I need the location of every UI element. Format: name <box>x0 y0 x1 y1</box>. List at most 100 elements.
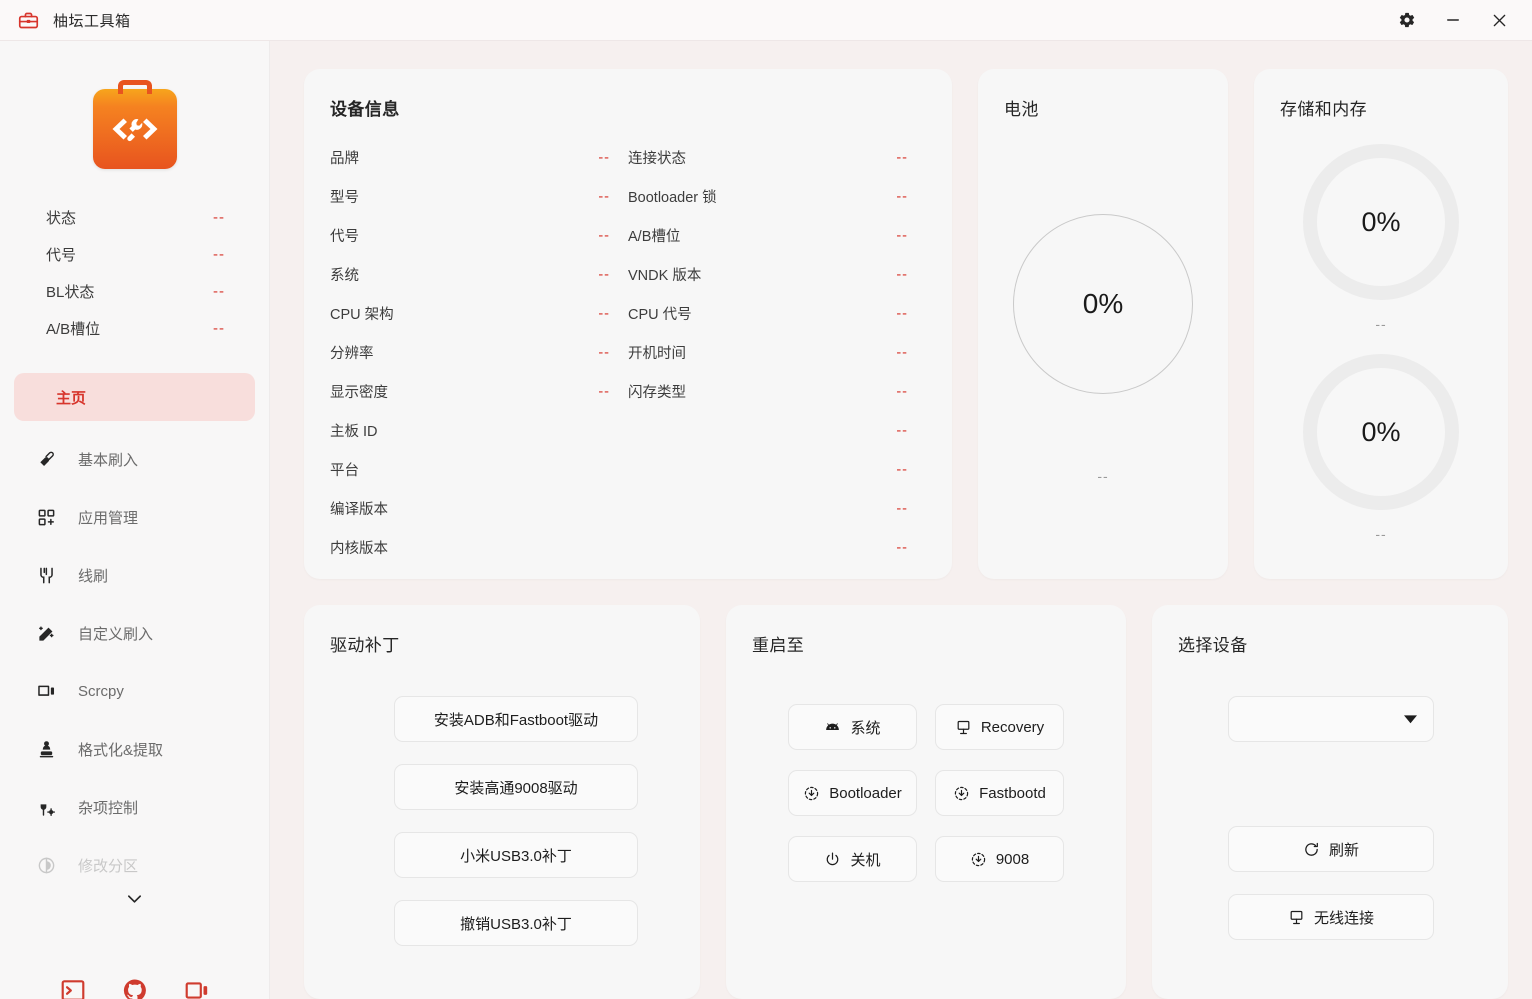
status-row: 代号 -- <box>46 236 225 273</box>
device-info-row: 型号 -- Bootloader 锁 -- <box>330 177 926 216</box>
refresh-devices-button[interactable]: 刷新 <box>1228 826 1434 872</box>
select-device-title: 选择设备 <box>1178 636 1248 655</box>
power-off-button[interactable]: 关机 <box>788 836 917 882</box>
sidebar-item-label: 修改分区 <box>78 857 139 875</box>
device-info-value: -- <box>598 383 610 400</box>
settings-button[interactable] <box>1388 5 1426 35</box>
refresh-icon <box>1303 841 1320 858</box>
revoke-usb3-patch-button[interactable]: 撤销USB3.0补丁 <box>394 900 638 946</box>
close-icon <box>1490 11 1509 30</box>
chevron-down-icon <box>126 893 143 905</box>
device-info-cell: 内核版本 -- <box>330 537 926 558</box>
bottom-cards-row: 驱动补丁 安装ADB和Fastboot驱动 安装高通9008驱动 小米USB3.… <box>304 605 1508 999</box>
device-info-label: 平台 <box>330 463 359 479</box>
sidebar-item-label: 主页 <box>56 389 87 407</box>
toolbox-icon <box>18 10 39 31</box>
device-info-value: -- <box>896 383 908 400</box>
device-info-cell: 平台 -- <box>330 459 926 480</box>
sidebar-status-list: 状态 -- 代号 -- BL状态 -- A/B槽位 -- <box>0 195 269 347</box>
status-value: -- <box>213 209 225 226</box>
device-info-label: 系统 <box>330 268 359 284</box>
driver-patch-card: 驱动补丁 安装ADB和Fastboot驱动 安装高通9008驱动 小米USB3.… <box>304 605 700 999</box>
close-button[interactable] <box>1480 5 1518 35</box>
device-info-row: 主板 ID -- <box>330 411 926 450</box>
reboot-system-button[interactable]: 系统 <box>788 704 917 750</box>
sidebar-item-label: 杂项控制 <box>78 799 139 817</box>
caret-down-icon <box>1404 714 1417 724</box>
github-icon[interactable] <box>122 977 148 999</box>
app-title: 柚坛工具箱 <box>53 12 131 30</box>
device-info-label: 代号 <box>330 229 359 245</box>
reboot-recovery-button[interactable]: Recovery <box>935 704 1064 750</box>
storage-caption: -- <box>1375 316 1387 332</box>
reboot-to-buttons: 系统 Recovery Bootloader Fastbootd 关机 9008 <box>752 674 1100 882</box>
device-info-cell: 代号 -- <box>330 225 628 246</box>
device-info-cell: 开机时间 -- <box>628 342 926 363</box>
memory-ring: 0% <box>1303 354 1459 510</box>
sidebar-item-misc-control[interactable]: 杂项控制 <box>14 785 255 829</box>
status-value: -- <box>213 320 225 337</box>
terminal-icon[interactable] <box>60 977 86 999</box>
storage-percent: 0% <box>1361 206 1401 237</box>
device-select-dropdown[interactable] <box>1228 696 1434 742</box>
reboot-bootloader-button[interactable]: Bootloader <box>788 770 917 816</box>
install-adb-fastboot-driver-button[interactable]: 安装ADB和Fastboot驱动 <box>394 696 638 742</box>
sidebar-item-app-manage[interactable]: 应用管理 <box>14 495 255 539</box>
sidebar-item-scrcpy[interactable]: Scrcpy <box>14 669 255 713</box>
button-label: Fastbootd <box>979 784 1046 802</box>
status-row: A/B槽位 -- <box>46 310 225 347</box>
minimize-button[interactable] <box>1434 5 1472 35</box>
button-label: 刷新 <box>1328 841 1359 859</box>
screen-icon[interactable] <box>184 977 210 999</box>
device-info-cell: CPU 代号 -- <box>628 303 926 324</box>
button-label: 系统 <box>850 719 881 737</box>
device-info-cell: A/B槽位 -- <box>628 225 926 246</box>
select-device-body: 刷新 无线连接 <box>1178 674 1482 940</box>
device-info-label: 主板 ID <box>330 424 378 440</box>
xiaomi-usb3-patch-button[interactable]: 小米USB3.0补丁 <box>394 832 638 878</box>
toolbox-handle <box>117 80 152 94</box>
wireless-connect-button[interactable]: 无线连接 <box>1228 894 1434 940</box>
device-info-label: 内核版本 <box>330 541 388 557</box>
sidebar-item-label: 应用管理 <box>78 509 139 527</box>
driver-patch-title: 驱动补丁 <box>330 636 400 655</box>
reboot-9008-button[interactable]: 9008 <box>935 836 1064 882</box>
device-info-label: 开机时间 <box>628 346 686 362</box>
sidebar-item-modify-partition[interactable]: 修改分区 <box>14 843 255 887</box>
sidebar-item-home[interactable]: 主页 <box>14 373 255 421</box>
power-icon <box>824 851 841 868</box>
device-info-value: -- <box>598 149 610 166</box>
sidebar-item-label: Scrcpy <box>78 682 124 700</box>
sidebar-item-format-extract[interactable]: 格式化&提取 <box>14 727 255 771</box>
android-icon <box>824 719 841 736</box>
partition-icon <box>36 855 56 875</box>
device-info-value: -- <box>896 461 908 478</box>
device-info-cell: Bootloader 锁 -- <box>628 186 926 207</box>
device-info-grid: 品牌 -- 连接状态 -- 型号 -- Bootloader 锁 -- 代号 -… <box>330 138 926 567</box>
device-info-value: -- <box>896 500 908 517</box>
device-info-label: A/B槽位 <box>628 229 681 245</box>
device-info-label: CPU 代号 <box>628 307 692 323</box>
battery-caption: -- <box>1097 467 1109 484</box>
device-info-label: 品牌 <box>330 151 359 167</box>
button-label: 小米USB3.0补丁 <box>460 847 572 865</box>
button-label: 撤销USB3.0补丁 <box>460 915 572 933</box>
device-info-row: 平台 -- <box>330 450 926 489</box>
device-info-label: 闪存类型 <box>628 385 686 401</box>
device-info-value: -- <box>896 422 908 439</box>
device-info-cell: 编译版本 -- <box>330 498 926 519</box>
reboot-fastbootd-button[interactable]: Fastbootd <box>935 770 1064 816</box>
status-value: -- <box>213 283 225 300</box>
sidebar-item-line-flash[interactable]: 线刷 <box>14 553 255 597</box>
device-info-value: -- <box>598 266 610 283</box>
status-row: BL状态 -- <box>46 273 225 310</box>
storage-gauges: 0% -- 0% -- <box>1280 138 1482 564</box>
sidebar-item-custom-flash[interactable]: 自定义刷入 <box>14 611 255 655</box>
storage-title: 存储和内存 <box>1280 100 1367 119</box>
install-qualcomm-9008-driver-button[interactable]: 安装高通9008驱动 <box>394 764 638 810</box>
top-cards-row: 设备信息 品牌 -- 连接状态 -- 型号 -- Bootloader 锁 --… <box>304 69 1508 579</box>
sidebar-scroll-down[interactable] <box>14 893 255 905</box>
sidebar-item-basic-flash[interactable]: 基本刷入 <box>14 437 255 481</box>
toolbox-logo-icon <box>92 80 177 169</box>
device-info-value: -- <box>598 305 610 322</box>
